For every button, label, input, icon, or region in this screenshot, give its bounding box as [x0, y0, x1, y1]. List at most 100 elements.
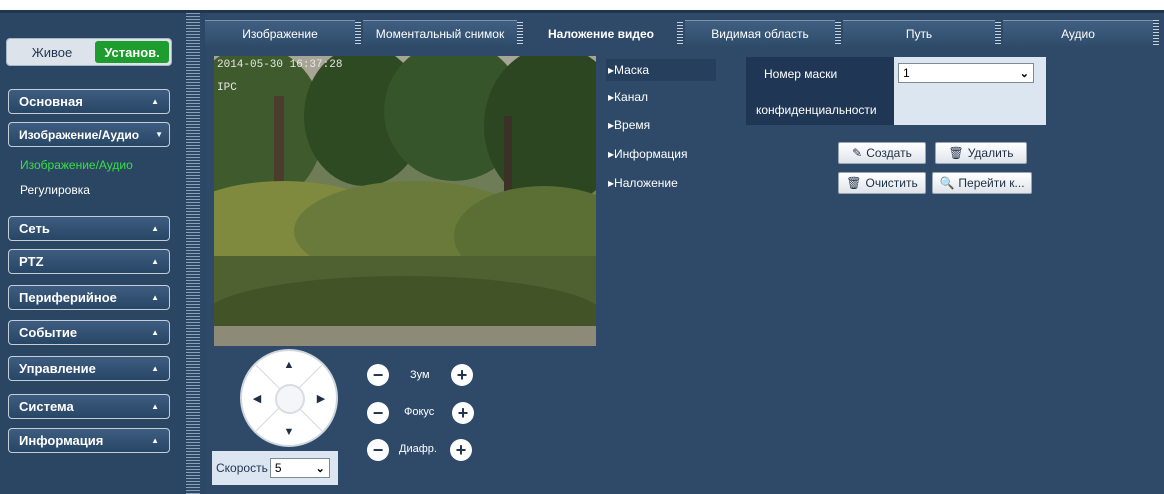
mode-toggle: Живое Установ.	[6, 38, 172, 66]
mask-number-value: 1	[903, 66, 910, 80]
zoom-in-button[interactable]: +	[451, 364, 473, 386]
top-border	[0, 0, 1164, 10]
menu-peripheral[interactable]: Периферийное ▲	[8, 285, 170, 310]
tab-snapshot[interactable]: Моментальный снимок	[363, 20, 517, 46]
tab-bar-end	[1153, 20, 1159, 46]
menu-ptz[interactable]: PTZ ▲	[8, 249, 170, 274]
video-frame	[214, 56, 596, 346]
menu-management[interactable]: Управление ▲	[8, 356, 170, 381]
ptz-direction-pad: ▲ ▼ ◀ ▶	[240, 349, 338, 447]
video-preview[interactable]: 2014-05-30 16:37:28 IPC	[214, 56, 596, 346]
edit-icon: ✎	[852, 146, 863, 160]
chevron-down-icon: ⌄	[1019, 67, 1029, 80]
setup-mode-button[interactable]: Установ.	[95, 41, 169, 63]
subnav-mask-label: Маска	[614, 63, 650, 77]
tab-audio[interactable]: Аудио	[1003, 20, 1153, 46]
subnav-channel[interactable]: ▸ Канал	[606, 86, 716, 108]
subnav-overlay[interactable]: ▸ Наложение	[606, 172, 716, 194]
menu-event[interactable]: Событие ▲	[8, 320, 170, 345]
menu-basic[interactable]: Основная ▲	[8, 89, 170, 114]
sidebar: Живое Установ. Основная ▲ Изображение/Ау…	[0, 13, 186, 494]
tab-separator	[995, 22, 1001, 44]
menu-network-label: Сеть	[19, 221, 50, 236]
menu-basic-label: Основная	[19, 94, 83, 109]
menu-event-label: Событие	[19, 325, 78, 340]
create-button[interactable]: ✎ Создать	[838, 142, 926, 164]
caret-up-icon: ▲	[151, 257, 159, 266]
subnav-mask[interactable]: ▸ Маска	[606, 59, 716, 81]
caret-up-icon: ▲	[151, 436, 159, 445]
menu-ptz-label: PTZ	[19, 254, 44, 269]
search-icon: 🔍	[939, 176, 955, 190]
clear-label: Очистить	[865, 176, 918, 190]
caret-up-icon: ▲	[151, 328, 159, 337]
mask-privacy-label: конфиденциальности	[756, 103, 877, 117]
privacy-mask-panel: Номер маски конфиденциальности 1 ⌄	[746, 57, 1046, 125]
speed-value: 5	[274, 461, 282, 475]
submenu-image-audio[interactable]: Изображение/Аудио	[20, 158, 133, 172]
focus-label: Фокус	[404, 406, 435, 418]
tab-bar: Изображение Моментальный снимок Наложени…	[205, 20, 1159, 46]
tab-separator	[517, 22, 523, 44]
menu-management-label: Управление	[19, 361, 96, 376]
tab-path[interactable]: Путь	[843, 20, 995, 46]
tab-separator	[677, 22, 683, 44]
create-label: Создать	[866, 146, 912, 160]
mask-number-label: Номер маски	[764, 67, 838, 81]
submenu-adjust[interactable]: Регулировка	[20, 183, 90, 197]
subnav-information-label: Информация	[614, 147, 688, 161]
caret-up-icon: ▲	[151, 224, 159, 233]
chevron-down-icon: ⌄	[315, 462, 325, 475]
live-mode-button[interactable]: Живое	[9, 41, 95, 63]
subnav-time[interactable]: ▸ Время	[606, 114, 716, 136]
goto-label: Перейти к...	[958, 176, 1025, 190]
caret-up-icon: ▲	[151, 402, 159, 411]
mask-number-select[interactable]: 1 ⌄	[898, 63, 1034, 83]
menu-system-label: Система	[19, 399, 74, 414]
tab-video-overlay[interactable]: Наложение видео	[525, 20, 677, 46]
video-timestamp: 2014-05-30 16:37:28	[217, 59, 343, 71]
caret-up-icon: ▲	[151, 364, 159, 373]
goto-button[interactable]: 🔍 Перейти к...	[932, 172, 1032, 194]
iris-close-button[interactable]: −	[367, 439, 389, 461]
trash-icon: 🗑	[948, 146, 964, 160]
caret-down-icon: ▼	[155, 130, 163, 139]
subnav-information[interactable]: ▸ Информация	[606, 143, 716, 165]
ptz-center-button[interactable]	[275, 384, 305, 414]
tab-separator	[835, 22, 841, 44]
zoom-out-button[interactable]: −	[367, 364, 389, 386]
caret-up-icon: ▲	[151, 293, 159, 302]
iris-open-button[interactable]: +	[450, 439, 472, 461]
caret-up-icon: ▲	[151, 97, 159, 106]
ptz-up-icon[interactable]: ▲	[279, 355, 299, 375]
delete-label: Удалить	[967, 146, 1014, 160]
iris-label: Диафр.	[399, 443, 437, 455]
menu-peripheral-label: Периферийное	[19, 290, 117, 305]
tab-separator	[355, 22, 361, 44]
menu-image-audio[interactable]: Изображение/Аудио ▼	[8, 122, 170, 147]
subnav-overlay-label: Наложение	[614, 176, 678, 190]
clear-button[interactable]: 🗑 Очистить	[838, 172, 926, 194]
tab-image[interactable]: Изображение	[205, 20, 355, 46]
menu-image-audio-label: Изображение/Аудио	[19, 127, 140, 142]
trash-icon: 🗑	[846, 176, 862, 190]
subnav-channel-label: Канал	[614, 90, 648, 104]
menu-network[interactable]: Сеть ▲	[8, 216, 170, 241]
ptz-down-icon[interactable]: ▼	[279, 422, 299, 442]
speed-control: Скорость 5 ⌄	[212, 451, 338, 485]
menu-system[interactable]: Система ▲	[8, 394, 170, 419]
menu-info[interactable]: Информация ▲	[8, 428, 170, 453]
tab-roi[interactable]: Видимая область	[685, 20, 835, 46]
video-channel-name: IPC	[217, 82, 237, 94]
subnav-time-label: Время	[614, 118, 651, 132]
zoom-label: Зум	[410, 369, 430, 381]
delete-button[interactable]: 🗑 Удалить	[935, 142, 1027, 164]
divider-gap	[200, 13, 206, 494]
focus-in-button[interactable]: +	[452, 402, 474, 424]
focus-out-button[interactable]: −	[367, 402, 389, 424]
speed-label: Скорость	[216, 461, 268, 475]
ptz-left-icon[interactable]: ◀	[247, 388, 267, 408]
ptz-right-icon[interactable]: ▶	[311, 388, 331, 408]
menu-info-label: Информация	[19, 433, 104, 448]
speed-select[interactable]: 5 ⌄	[269, 458, 330, 478]
